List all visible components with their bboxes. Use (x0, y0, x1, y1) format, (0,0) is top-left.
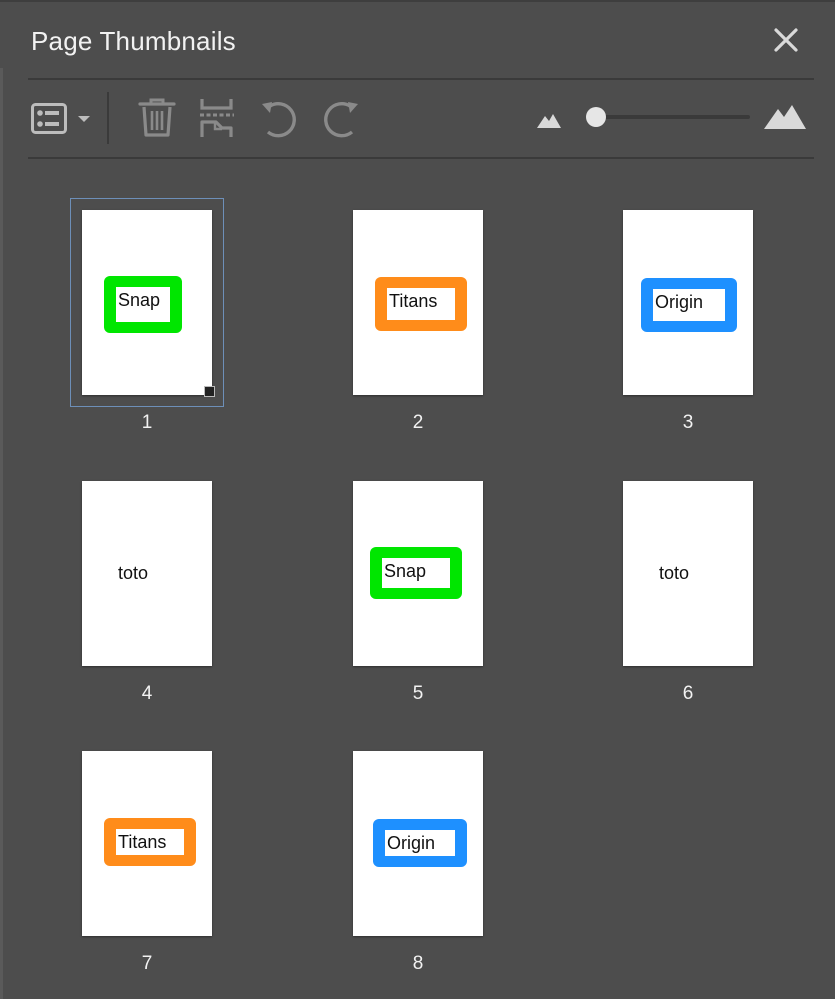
page-label-text: Snap (382, 558, 450, 588)
close-icon (774, 28, 798, 52)
rotate-clockwise-button[interactable] (320, 98, 362, 138)
trash-icon (138, 98, 176, 137)
page-preview[interactable]: toto (623, 481, 753, 666)
page-number: 3 (682, 412, 694, 433)
page-preview[interactable]: Origin (353, 751, 483, 936)
rotate-counterclockwise-icon (262, 102, 296, 138)
page-preview[interactable]: Titans (353, 210, 483, 395)
page-label-text: toto (659, 563, 690, 583)
zoom-slider-track[interactable] (597, 115, 750, 119)
page-number: 5 (412, 683, 424, 704)
page-preview[interactable]: Titans (82, 751, 212, 936)
rotate-clockwise-icon (324, 102, 358, 138)
chevron-down-icon (78, 116, 90, 122)
zoom-out-button[interactable] (536, 108, 562, 130)
page-label-badge: Snap (370, 547, 462, 599)
toolbar-separator (107, 92, 109, 144)
page-label-text: Origin (385, 830, 455, 856)
page-label-badge: Origin (373, 819, 467, 867)
extract-pages-button[interactable] (198, 96, 236, 138)
page-number: 7 (141, 953, 153, 974)
page-label-badge: Origin (641, 278, 737, 332)
page-preview[interactable]: Snap (353, 481, 483, 666)
rotate-counterclockwise-button[interactable] (258, 98, 300, 138)
resize-handle[interactable] (204, 386, 215, 397)
extract-pages-icon (200, 99, 234, 137)
small-mountain-icon (537, 114, 561, 128)
zoom-slider-knob[interactable] (586, 107, 606, 127)
page-preview[interactable]: toto (82, 481, 212, 666)
page-label-badge: Titans (104, 818, 196, 866)
options-menu-button[interactable] (30, 100, 94, 138)
page-thumbnail[interactable]: Titans 7 (70, 739, 224, 979)
toolbar-divider (28, 157, 814, 159)
page-thumbnail[interactable]: Snap 5 (341, 469, 495, 709)
page-thumbnail[interactable]: Titans 2 (341, 198, 495, 438)
page-label-badge: Titans (375, 277, 467, 331)
page-number: 6 (682, 683, 694, 704)
panel-left-edge (0, 68, 3, 999)
page-label-text: Titans (116, 829, 184, 855)
page-label-text: toto (118, 563, 149, 583)
page-thumbnail[interactable]: Origin 8 (341, 739, 495, 979)
panel-header: Page Thumbnails (0, 2, 835, 78)
delete-pages-button[interactable] (137, 96, 177, 138)
zoom-in-button[interactable] (763, 102, 807, 130)
page-number: 2 (412, 412, 424, 433)
page-number: 1 (141, 412, 153, 433)
thumbnail-toolbar (0, 80, 835, 157)
panel-title: Page Thumbnails (31, 26, 236, 56)
large-mountain-icon (764, 105, 806, 129)
page-preview[interactable]: Origin (623, 210, 753, 395)
page-preview[interactable]: Snap (82, 210, 212, 395)
page-number: 4 (141, 683, 153, 704)
page-label-text: Origin (653, 289, 725, 321)
page-thumbnails-panel: Page Thumbnails Snap 1 Titans 2 Origin 3… (0, 0, 835, 999)
list-options-icon (31, 103, 67, 134)
page-thumbnail[interactable]: Snap 1 (70, 198, 224, 438)
page-label-text: Titans (387, 288, 455, 320)
page-thumbnail[interactable]: Origin 3 (611, 198, 765, 438)
page-number: 8 (412, 953, 424, 974)
page-thumbnail[interactable]: toto 6 (611, 469, 765, 709)
page-label-badge: Snap (104, 276, 182, 333)
close-button[interactable] (770, 24, 802, 56)
page-label-text: Snap (116, 287, 170, 322)
page-thumbnail[interactable]: toto 4 (70, 469, 224, 709)
